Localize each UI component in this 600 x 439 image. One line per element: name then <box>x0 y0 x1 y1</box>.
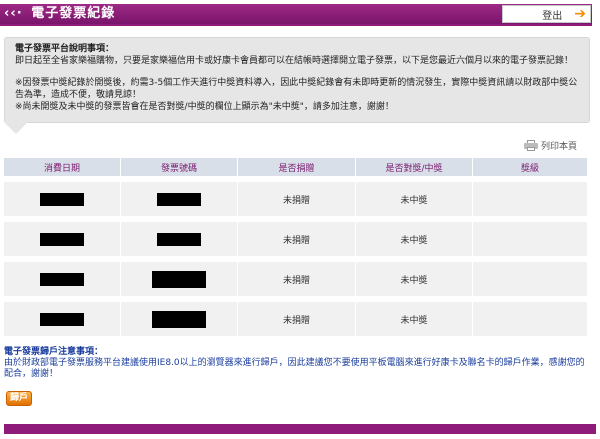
logout-button[interactable]: 登出 ➔ <box>502 5 591 23</box>
col-header-prize: 獎級 <box>473 158 588 176</box>
table-row: 未捐贈 未中獎 <box>4 222 588 256</box>
redacted-block <box>40 312 84 326</box>
table-row: 未捐贈 未中獎 <box>4 302 588 336</box>
cell-donated: 未捐贈 <box>238 222 356 256</box>
cell-won: 未中獎 <box>356 222 473 256</box>
invoice-table: 消費日期 發票號碼 是否捐贈 是否對獎/中獎 獎級 未捐贈 未中獎 未捐贈 未中… <box>4 158 588 336</box>
print-label: 列印本頁 <box>541 141 578 152</box>
cell-prize <box>473 302 588 336</box>
notice-line-3: ※尚未開獎及未中獎的發票皆會在是否對獎/中獎的欄位上顯示為"未中獎"，請多加注意… <box>15 102 394 112</box>
page-title-text: 電子發票紀錄 <box>31 6 116 21</box>
cell-donated: 未捐贈 <box>238 302 356 336</box>
footnote-title: 電子發票歸戶注意事項： <box>4 347 104 357</box>
notice-tail <box>4 122 28 134</box>
logout-label: 登出 <box>542 10 563 22</box>
notice-line-1: 即日起至全省家樂福購物，只要是家樂福信用卡或好康卡會員都可以在結帳時選擇開立電子… <box>15 56 574 66</box>
redacted-block <box>152 310 206 328</box>
cell-donated: 未捐贈 <box>238 262 356 296</box>
footer-bar <box>4 424 596 434</box>
table-row: 未捐贈 未中獎 <box>4 262 588 296</box>
cell-date <box>4 262 121 296</box>
notice-title: 電子發票平台說明事項： <box>15 44 115 54</box>
return-button[interactable]: 歸戶 <box>6 391 32 406</box>
printer-icon <box>524 139 538 151</box>
cell-won: 未中獎 <box>356 262 473 296</box>
cell-invoice-no <box>121 302 238 336</box>
arrow-left-icon: ➔ <box>574 6 586 22</box>
footnote-text: 由於財政部電子發票服務平台建議使用IE8.0以上的瀏覽器來進行歸戶，因此建議您不… <box>4 358 585 379</box>
redacted-block <box>152 270 206 288</box>
redacted-block <box>40 232 84 246</box>
cell-date <box>4 222 121 256</box>
cell-invoice-no <box>121 182 238 216</box>
cell-date <box>4 182 121 216</box>
cell-prize <box>473 182 588 216</box>
cell-date <box>4 302 121 336</box>
redacted-block <box>40 192 84 206</box>
notice-line-2: ※因發票中獎紀錄於開獎後，約需3-5個工作天進行中獎資料導入，因此中獎紀錄會有未… <box>15 78 578 100</box>
cell-donated: 未捐贈 <box>238 182 356 216</box>
cell-prize <box>473 262 588 296</box>
page-title: ‹‹· 電子發票紀錄 <box>4 6 115 22</box>
redacted-block <box>40 272 84 286</box>
cell-won: 未中獎 <box>356 302 473 336</box>
notice-box: 電子發票平台說明事項： 即日起至全省家樂福購物，只要是家樂福信用卡或好康卡會員都… <box>4 37 590 123</box>
redacted-block <box>157 192 201 206</box>
cell-won: 未中獎 <box>356 182 473 216</box>
cell-invoice-no <box>121 262 238 296</box>
col-header-invoice-no: 發票號碼 <box>121 158 238 176</box>
carrefour-logo-icon: ‹‹· <box>4 6 23 21</box>
col-header-donated: 是否捐贈 <box>238 158 356 176</box>
footnote: 電子發票歸戶注意事項： 由於財政部電子發票服務平台建議使用IE8.0以上的瀏覽器… <box>4 347 590 380</box>
table-row: 未捐贈 未中獎 <box>4 182 588 216</box>
col-header-date: 消費日期 <box>4 158 121 176</box>
cell-prize <box>473 222 588 256</box>
print-page-link[interactable]: 列印本頁 <box>524 138 577 152</box>
table-header-row: 消費日期 發票號碼 是否捐贈 是否對獎/中獎 獎級 <box>4 158 588 176</box>
cell-invoice-no <box>121 222 238 256</box>
col-header-won: 是否對獎/中獎 <box>356 158 473 176</box>
redacted-block <box>157 232 201 246</box>
